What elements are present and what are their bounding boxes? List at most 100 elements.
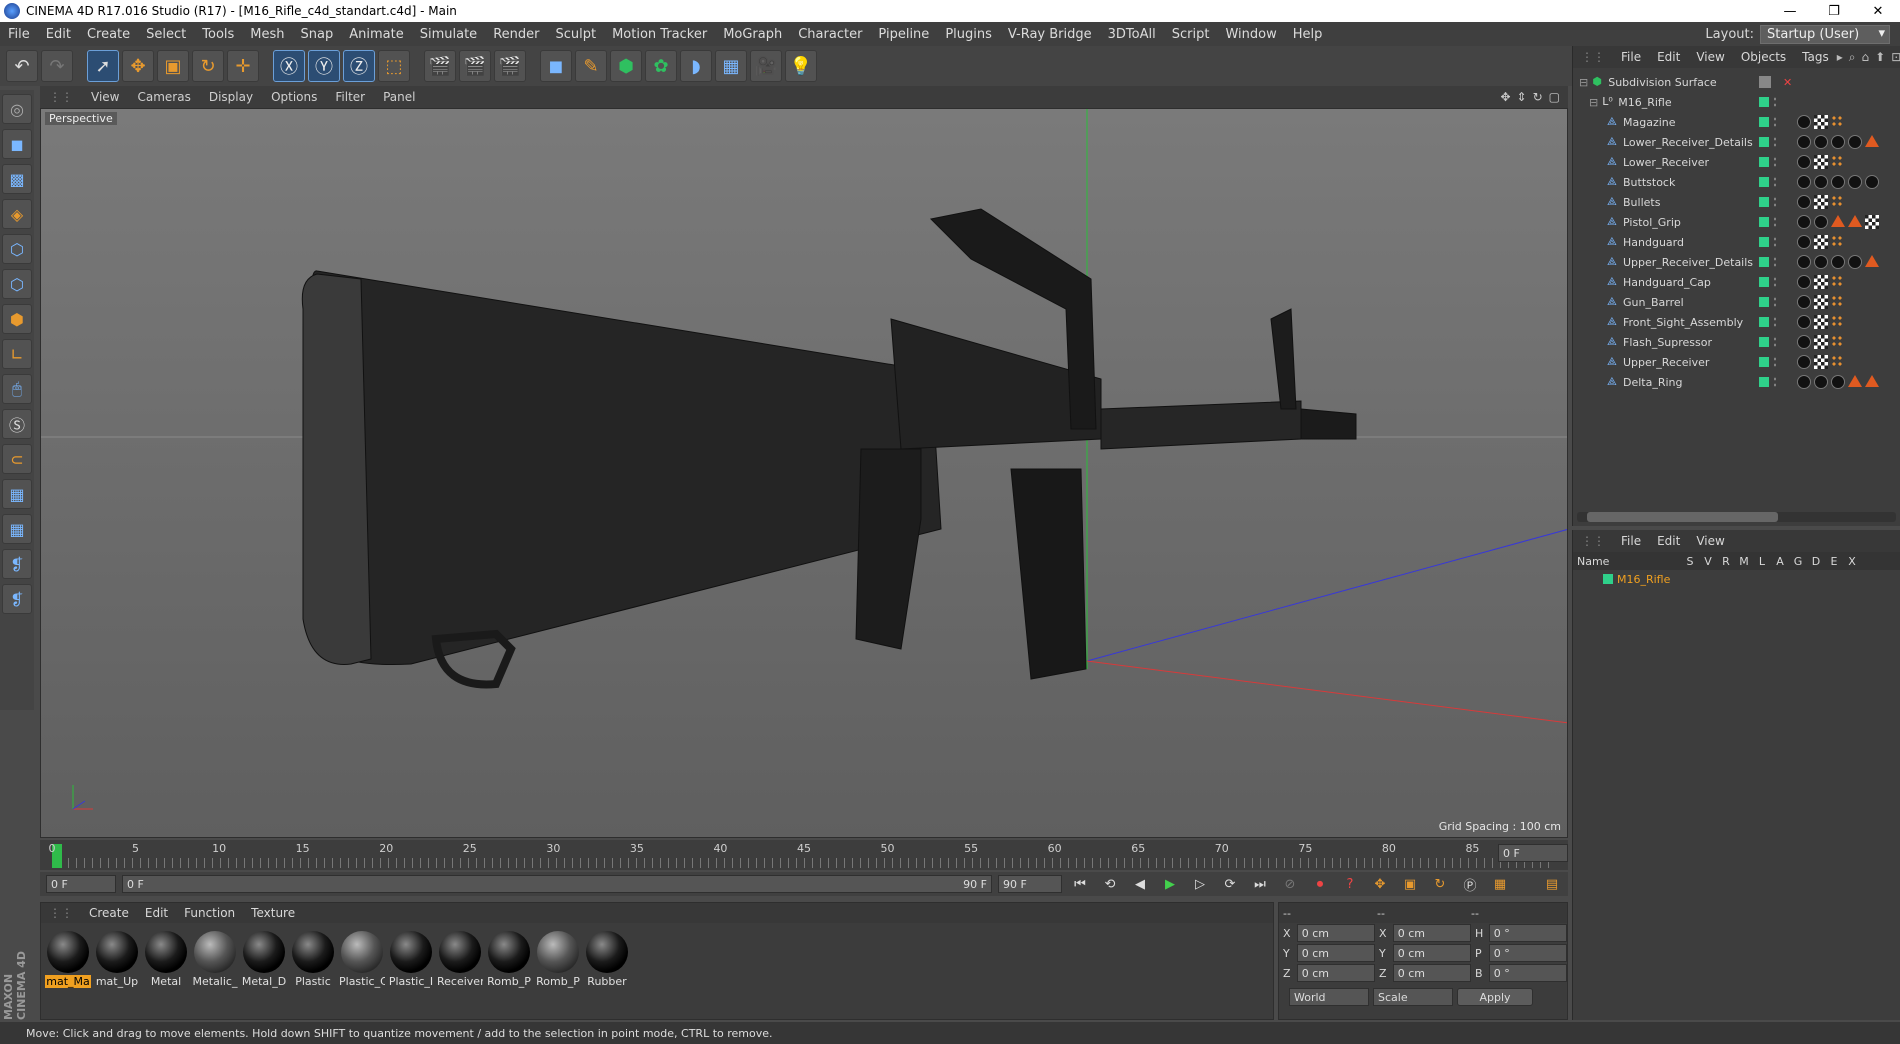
render-visibility-dots[interactable] — [1773, 316, 1777, 328]
phong-tag-icon[interactable] — [1831, 115, 1843, 127]
render-picture-viewer-icon[interactable]: 🎬 — [459, 50, 491, 82]
phong-tag-icon[interactable] — [1831, 155, 1843, 167]
magnet-icon[interactable]: ⊂ — [2, 444, 32, 474]
render-visibility-dots[interactable] — [1773, 376, 1777, 388]
light-icon[interactable]: 💡 — [785, 50, 817, 82]
record-disabled-icon[interactable]: ⊘ — [1278, 874, 1302, 894]
coord-value-field[interactable]: 0 cm — [1392, 924, 1471, 942]
viewport-menu-view[interactable]: View — [82, 90, 128, 104]
play-icon[interactable]: ▶ — [1158, 874, 1182, 894]
x-axis-icon[interactable]: Ⓧ — [273, 50, 305, 82]
key-position-icon[interactable]: ✥ — [1368, 874, 1392, 894]
triangle-tag-icon[interactable] — [1831, 215, 1845, 227]
material-tag-icon[interactable] — [1797, 255, 1811, 269]
visibility-dot[interactable] — [1759, 277, 1769, 287]
record-active-icon[interactable]: ⏺ — [1308, 874, 1332, 894]
visibility-dot[interactable] — [1759, 137, 1769, 147]
subdivision-surface-icon[interactable]: ⬢ — [610, 50, 642, 82]
material-tag-icon[interactable] — [1814, 175, 1828, 189]
layout-select[interactable]: Startup (User) — [1760, 24, 1890, 44]
tree-row-object[interactable]: ⟁ Buttstock — [1573, 172, 1900, 192]
key-parameter-icon[interactable]: Ⓟ — [1458, 874, 1482, 894]
viewport-move-icon[interactable]: ✥ — [1500, 90, 1510, 104]
tree-row-subdivision-surface[interactable]: ⊟ ⬢ Subdivision Surface ✕ — [1573, 72, 1900, 92]
visibility-dot[interactable] — [1759, 357, 1769, 367]
phong-tag-icon[interactable] — [1831, 355, 1843, 367]
material-tag-icon[interactable] — [1831, 175, 1845, 189]
coord-value-field[interactable]: 0 cm — [1392, 964, 1471, 982]
next-frame-icon[interactable]: ▷ — [1188, 874, 1212, 894]
coordinate-system-icon[interactable]: ⬚ — [378, 50, 410, 82]
tree-row-object[interactable]: ⟁ Upper_Receiver — [1573, 352, 1900, 372]
phong-tag-icon[interactable] — [1831, 235, 1843, 247]
visibility-dot[interactable] — [1759, 217, 1769, 227]
checker-texture-tag-icon[interactable] — [1814, 295, 1828, 309]
material-tag-icon[interactable] — [1848, 175, 1862, 189]
edges-mode-icon[interactable]: ⬡ — [2, 269, 32, 299]
viewport-menu-panel[interactable]: Panel — [374, 90, 424, 104]
material-tag-icon[interactable] — [1797, 155, 1811, 169]
visibility-dot[interactable] — [1759, 197, 1769, 207]
timeline-window-icon[interactable]: ▤ — [1540, 874, 1564, 894]
coord-value-field[interactable]: 0 ° — [1488, 924, 1567, 942]
material-tag-icon[interactable] — [1865, 175, 1879, 189]
cloner-icon[interactable]: ✿ — [645, 50, 677, 82]
tree-row-object[interactable]: ⟁ Bullets — [1573, 192, 1900, 212]
menu-create[interactable]: Create — [79, 27, 138, 42]
menu-pipeline[interactable]: Pipeline — [870, 27, 937, 42]
tree-row-object[interactable]: ⟁ Gun_Barrel — [1573, 292, 1900, 312]
rotate-tool-icon[interactable]: ↻ — [192, 50, 224, 82]
material-tag-icon[interactable] — [1797, 235, 1811, 249]
coord-value-field[interactable]: 0 cm — [1392, 944, 1471, 962]
material-tag-icon[interactable] — [1831, 255, 1845, 269]
visibility-dot[interactable] — [1759, 237, 1769, 247]
locked-workplane-icon[interactable]: ▦ — [2, 514, 32, 544]
render-visibility-dots[interactable] — [1773, 236, 1777, 248]
material-tag-icon[interactable] — [1797, 275, 1811, 289]
material-tag-icon[interactable] — [1797, 115, 1811, 129]
layer-menu-view[interactable]: View — [1688, 534, 1732, 548]
move-tool-icon[interactable]: ✥ — [122, 50, 154, 82]
z-axis-icon[interactable]: Ⓩ — [343, 50, 375, 82]
menu-simulate[interactable]: Simulate — [412, 27, 485, 42]
object-menu-tags[interactable]: Tags — [1794, 50, 1837, 64]
render-visibility-dots[interactable] — [1773, 296, 1777, 308]
tree-row-object[interactable]: ⟁ Upper_Receiver_Details — [1573, 252, 1900, 272]
key-pla-icon[interactable]: ▦ — [1488, 874, 1512, 894]
render-view-icon[interactable]: 🎬 — [424, 50, 456, 82]
menu-edit[interactable]: Edit — [38, 27, 79, 42]
tweak-mode-icon[interactable]: 🖱 — [2, 374, 32, 404]
phong-tag-icon[interactable] — [1831, 195, 1843, 207]
render-visibility-dots[interactable] — [1773, 256, 1777, 268]
material-tag-icon[interactable] — [1848, 135, 1862, 149]
key-scale-icon[interactable]: ▣ — [1398, 874, 1422, 894]
render-visibility-dots[interactable] — [1773, 176, 1777, 188]
phong-tag-icon[interactable] — [1831, 275, 1843, 287]
menu-file[interactable]: File — [0, 27, 38, 42]
tree-row-object[interactable]: ⟁ Delta_Ring — [1573, 372, 1900, 392]
scale-tool-icon[interactable]: ▣ — [157, 50, 189, 82]
material-tag-icon[interactable] — [1797, 315, 1811, 329]
workplane-icon[interactable]: ◈ — [2, 199, 32, 229]
phong-tag-icon[interactable] — [1831, 315, 1843, 327]
coord-value-field[interactable]: 0 ° — [1488, 964, 1567, 982]
triangle-tag-icon[interactable] — [1848, 215, 1862, 227]
material-tag-icon[interactable] — [1814, 135, 1828, 149]
material-menu-function[interactable]: Function — [176, 906, 243, 920]
object-menu-file[interactable]: File — [1613, 50, 1649, 64]
frame-field[interactable]: 0 F — [1498, 844, 1568, 862]
visibility-dot[interactable] — [1759, 377, 1769, 387]
object-manager-scrollbar[interactable] — [1577, 512, 1896, 522]
menu-3dtoall[interactable]: 3DToAll — [1100, 27, 1164, 42]
end-frame-field[interactable]: 90 F — [998, 875, 1062, 893]
tree-row-m16-rifle[interactable]: ⊟ L⁰ M16_Rifle — [1573, 92, 1900, 112]
menu-mograph[interactable]: MoGraph — [715, 27, 790, 42]
visibility-dot[interactable] — [1759, 257, 1769, 267]
material-tag-icon[interactable] — [1797, 295, 1811, 309]
checker-texture-tag-icon[interactable] — [1865, 215, 1879, 229]
close-icon[interactable]: ✕ — [1856, 4, 1900, 19]
material-tag-icon[interactable] — [1797, 335, 1811, 349]
tree-row-object[interactable]: ⟁ Front_Sight_Assembly — [1573, 312, 1900, 332]
coord-value-field[interactable]: 0 cm — [1296, 944, 1375, 962]
material-swatch[interactable]: Plastic_I — [388, 931, 434, 988]
